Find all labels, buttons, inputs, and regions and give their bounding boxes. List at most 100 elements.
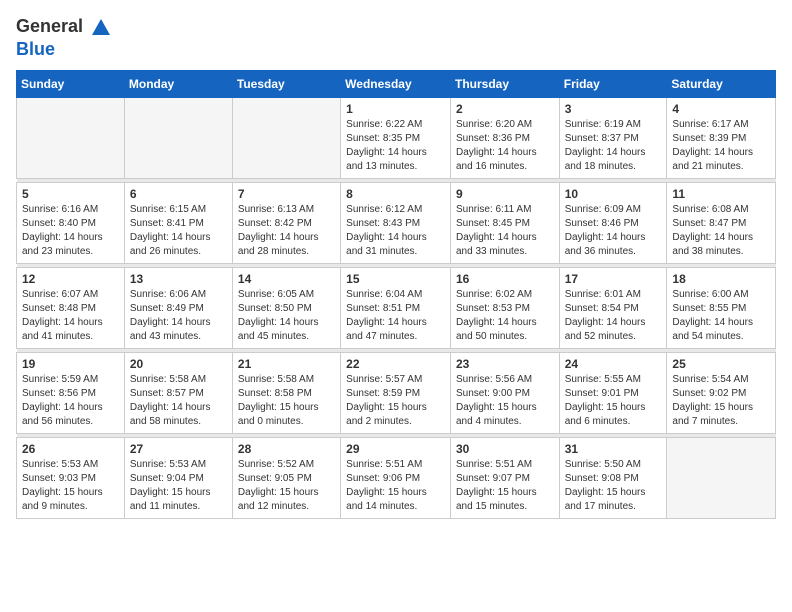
calendar-day-cell: [667, 437, 776, 518]
daylight-text: Daylight: 14 hours and 54 minutes.: [672, 317, 753, 342]
sunrise-text: Sunrise: 5:58 AM: [238, 374, 314, 385]
day-info: Sunrise: 5:53 AM Sunset: 9:03 PM Dayligh…: [22, 458, 119, 514]
day-of-week-header: Sunday: [17, 70, 125, 97]
day-number: 7: [238, 187, 335, 201]
calendar-day-cell: 14 Sunrise: 6:05 AM Sunset: 8:50 PM Dayl…: [232, 267, 340, 348]
sunrise-text: Sunrise: 6:11 AM: [456, 204, 531, 215]
calendar-day-cell: [232, 97, 340, 178]
sunrise-text: Sunrise: 5:55 AM: [565, 374, 641, 385]
day-number: 6: [130, 187, 227, 201]
day-number: 9: [456, 187, 554, 201]
sunrise-text: Sunrise: 5:52 AM: [238, 459, 314, 470]
sunrise-text: Sunrise: 6:00 AM: [672, 289, 748, 300]
sunset-text: Sunset: 8:47 PM: [672, 218, 746, 229]
sunrise-text: Sunrise: 6:12 AM: [346, 204, 422, 215]
day-info: Sunrise: 6:12 AM Sunset: 8:43 PM Dayligh…: [346, 203, 445, 259]
day-info: Sunrise: 5:50 AM Sunset: 9:08 PM Dayligh…: [565, 458, 662, 514]
day-info: Sunrise: 6:08 AM Sunset: 8:47 PM Dayligh…: [672, 203, 770, 259]
day-info: Sunrise: 5:58 AM Sunset: 8:57 PM Dayligh…: [130, 373, 227, 429]
daylight-text: Daylight: 14 hours and 28 minutes.: [238, 232, 319, 257]
sunset-text: Sunset: 8:58 PM: [238, 388, 312, 399]
day-number: 1: [346, 102, 445, 116]
calendar-week-row: 26 Sunrise: 5:53 AM Sunset: 9:03 PM Dayl…: [17, 437, 776, 518]
day-info: Sunrise: 5:52 AM Sunset: 9:05 PM Dayligh…: [238, 458, 335, 514]
day-info: Sunrise: 6:16 AM Sunset: 8:40 PM Dayligh…: [22, 203, 119, 259]
day-of-week-header: Wednesday: [341, 70, 451, 97]
day-info: Sunrise: 6:15 AM Sunset: 8:41 PM Dayligh…: [130, 203, 227, 259]
day-number: 25: [672, 357, 770, 371]
logo-general: General: [16, 16, 112, 39]
sunset-text: Sunset: 8:40 PM: [22, 218, 96, 229]
day-info: Sunrise: 6:04 AM Sunset: 8:51 PM Dayligh…: [346, 288, 445, 344]
sunset-text: Sunset: 8:48 PM: [22, 303, 96, 314]
sunrise-text: Sunrise: 6:19 AM: [565, 119, 641, 130]
sunset-text: Sunset: 9:01 PM: [565, 388, 639, 399]
day-info: Sunrise: 6:13 AM Sunset: 8:42 PM Dayligh…: [238, 203, 335, 259]
calendar-day-cell: 11 Sunrise: 6:08 AM Sunset: 8:47 PM Dayl…: [667, 182, 776, 263]
calendar-day-cell: 17 Sunrise: 6:01 AM Sunset: 8:54 PM Dayl…: [559, 267, 667, 348]
daylight-text: Daylight: 14 hours and 26 minutes.: [130, 232, 211, 257]
sunrise-text: Sunrise: 5:54 AM: [672, 374, 748, 385]
day-number: 14: [238, 272, 335, 286]
sunrise-text: Sunrise: 5:51 AM: [456, 459, 532, 470]
calendar-day-cell: 9 Sunrise: 6:11 AM Sunset: 8:45 PM Dayli…: [450, 182, 559, 263]
daylight-text: Daylight: 15 hours and 2 minutes.: [346, 402, 427, 427]
day-info: Sunrise: 6:17 AM Sunset: 8:39 PM Dayligh…: [672, 118, 770, 174]
day-number: 27: [130, 442, 227, 456]
calendar-day-cell: 15 Sunrise: 6:04 AM Sunset: 8:51 PM Dayl…: [341, 267, 451, 348]
sunset-text: Sunset: 8:39 PM: [672, 133, 746, 144]
calendar-week-row: 1 Sunrise: 6:22 AM Sunset: 8:35 PM Dayli…: [17, 97, 776, 178]
sunset-text: Sunset: 8:41 PM: [130, 218, 204, 229]
calendar-day-cell: 8 Sunrise: 6:12 AM Sunset: 8:43 PM Dayli…: [341, 182, 451, 263]
sunrise-text: Sunrise: 6:20 AM: [456, 119, 532, 130]
day-info: Sunrise: 5:58 AM Sunset: 8:58 PM Dayligh…: [238, 373, 335, 429]
sunrise-text: Sunrise: 6:08 AM: [672, 204, 748, 215]
sunset-text: Sunset: 8:56 PM: [22, 388, 96, 399]
calendar-day-cell: 5 Sunrise: 6:16 AM Sunset: 8:40 PM Dayli…: [17, 182, 125, 263]
daylight-text: Daylight: 14 hours and 41 minutes.: [22, 317, 103, 342]
calendar-day-cell: 6 Sunrise: 6:15 AM Sunset: 8:41 PM Dayli…: [124, 182, 232, 263]
calendar-table: SundayMondayTuesdayWednesdayThursdayFrid…: [16, 70, 776, 519]
sunrise-text: Sunrise: 5:50 AM: [565, 459, 641, 470]
sunrise-text: Sunrise: 5:53 AM: [130, 459, 206, 470]
sunset-text: Sunset: 8:42 PM: [238, 218, 312, 229]
day-info: Sunrise: 5:51 AM Sunset: 9:07 PM Dayligh…: [456, 458, 554, 514]
calendar-day-cell: 3 Sunrise: 6:19 AM Sunset: 8:37 PM Dayli…: [559, 97, 667, 178]
calendar-day-cell: 16 Sunrise: 6:02 AM Sunset: 8:53 PM Dayl…: [450, 267, 559, 348]
calendar-day-cell: 19 Sunrise: 5:59 AM Sunset: 8:56 PM Dayl…: [17, 352, 125, 433]
calendar-day-cell: 25 Sunrise: 5:54 AM Sunset: 9:02 PM Dayl…: [667, 352, 776, 433]
calendar-day-cell: [124, 97, 232, 178]
sunrise-text: Sunrise: 6:16 AM: [22, 204, 98, 215]
day-number: 21: [238, 357, 335, 371]
sunset-text: Sunset: 9:02 PM: [672, 388, 746, 399]
day-of-week-header: Saturday: [667, 70, 776, 97]
daylight-text: Daylight: 15 hours and 0 minutes.: [238, 402, 319, 427]
sunset-text: Sunset: 9:03 PM: [22, 473, 96, 484]
day-number: 15: [346, 272, 445, 286]
logo-blue: Blue: [16, 39, 55, 59]
day-number: 13: [130, 272, 227, 286]
sunrise-text: Sunrise: 5:56 AM: [456, 374, 532, 385]
daylight-text: Daylight: 14 hours and 38 minutes.: [672, 232, 753, 257]
calendar-day-cell: 18 Sunrise: 6:00 AM Sunset: 8:55 PM Dayl…: [667, 267, 776, 348]
daylight-text: Daylight: 15 hours and 12 minutes.: [238, 487, 319, 512]
calendar-day-cell: 24 Sunrise: 5:55 AM Sunset: 9:01 PM Dayl…: [559, 352, 667, 433]
sunset-text: Sunset: 8:57 PM: [130, 388, 204, 399]
day-info: Sunrise: 6:01 AM Sunset: 8:54 PM Dayligh…: [565, 288, 662, 344]
daylight-text: Daylight: 15 hours and 11 minutes.: [130, 487, 211, 512]
day-info: Sunrise: 5:56 AM Sunset: 9:00 PM Dayligh…: [456, 373, 554, 429]
day-info: Sunrise: 6:20 AM Sunset: 8:36 PM Dayligh…: [456, 118, 554, 174]
day-info: Sunrise: 6:02 AM Sunset: 8:53 PM Dayligh…: [456, 288, 554, 344]
calendar-day-cell: 2 Sunrise: 6:20 AM Sunset: 8:36 PM Dayli…: [450, 97, 559, 178]
calendar-day-cell: 12 Sunrise: 6:07 AM Sunset: 8:48 PM Dayl…: [17, 267, 125, 348]
sunrise-text: Sunrise: 6:15 AM: [130, 204, 206, 215]
calendar-day-cell: 29 Sunrise: 5:51 AM Sunset: 9:06 PM Dayl…: [341, 437, 451, 518]
calendar-week-row: 19 Sunrise: 5:59 AM Sunset: 8:56 PM Dayl…: [17, 352, 776, 433]
sunset-text: Sunset: 8:45 PM: [456, 218, 530, 229]
sunrise-text: Sunrise: 5:53 AM: [22, 459, 98, 470]
day-info: Sunrise: 5:54 AM Sunset: 9:02 PM Dayligh…: [672, 373, 770, 429]
sunrise-text: Sunrise: 6:22 AM: [346, 119, 422, 130]
day-of-week-header: Monday: [124, 70, 232, 97]
calendar-day-cell: 30 Sunrise: 5:51 AM Sunset: 9:07 PM Dayl…: [450, 437, 559, 518]
calendar-day-cell: [17, 97, 125, 178]
